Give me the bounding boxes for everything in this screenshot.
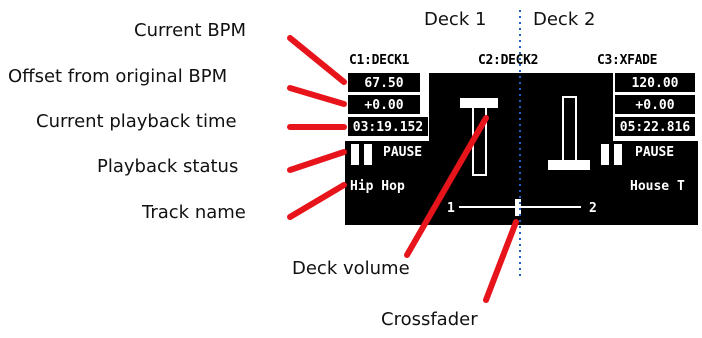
callout-line-track	[287, 182, 347, 220]
callout-line-volume	[404, 115, 489, 258]
callout-line-offset	[287, 85, 347, 107]
annotation-overlay	[287, 10, 521, 303]
callout-line-crossfader	[483, 219, 519, 303]
callout-line-status	[287, 149, 347, 173]
callout-line-bpm	[287, 35, 347, 85]
